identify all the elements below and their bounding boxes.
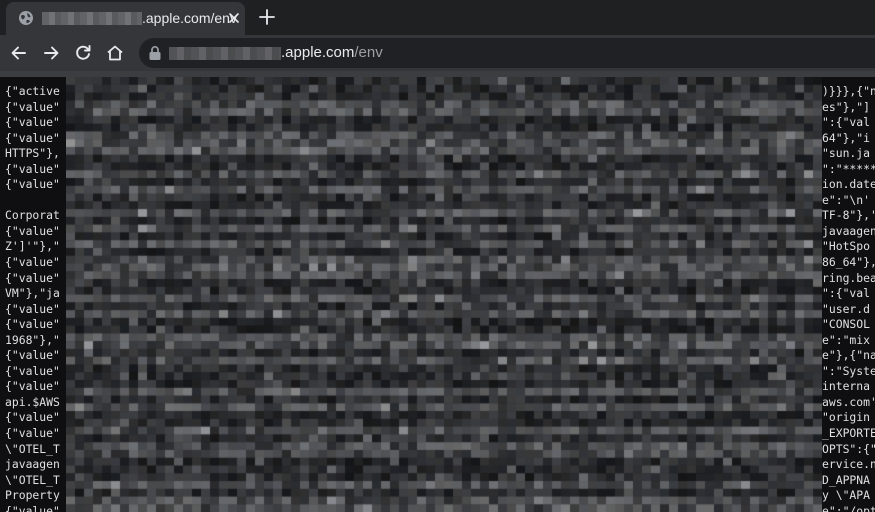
json-line: ":{"val (822, 115, 871, 130)
json-line: _EXPORTE (822, 426, 875, 441)
json-line: \"OTEL_T (5, 472, 60, 487)
home-icon[interactable] (105, 43, 125, 63)
pixelated-redaction (66, 77, 822, 512)
json-line: "CONSOL (822, 317, 871, 332)
json-line: {"value" (5, 99, 60, 114)
close-icon[interactable] (226, 10, 242, 26)
json-line: )}}},{"n (822, 84, 875, 98)
page-content: {"active {"value" {"value" {"value" HTTPS"},… (0, 77, 875, 512)
json-line: TF-8"},' (822, 208, 875, 223)
arrow-left-icon[interactable] (9, 43, 29, 63)
json-line: e":"mix (822, 332, 871, 347)
redacted-host (169, 47, 281, 60)
json-line: ring.bea (822, 270, 875, 285)
json-line: ":{"val (822, 286, 871, 301)
json-line: \"OTEL_T (5, 441, 60, 456)
tab-title: .apple.com/env (142, 10, 237, 26)
json-line: HTTPS"}, (5, 146, 60, 161)
json-line: "user.d (822, 301, 871, 316)
json-line: OPTS":{" (822, 441, 875, 456)
json-line: {"value" (5, 130, 60, 145)
json-text-left: {"active {"value" {"value" {"value" HTTPS"},… (5, 84, 60, 512)
json-line: {"value" (5, 348, 60, 363)
json-line: "HotSpo (822, 239, 871, 254)
reload-icon[interactable] (73, 43, 93, 63)
json-line: e"},{"nam (822, 348, 875, 363)
json-line: {"value" (5, 363, 60, 378)
json-line: es"},"] (822, 99, 871, 114)
browser-tab[interactable]: .apple.com/env (6, 2, 245, 35)
json-line: e":"\n' (822, 192, 871, 207)
json-line: {"value" (5, 301, 60, 316)
json-text-right: )}}},{"n es"},"] ":{"val 64"},"i "sun.ja ":"*… (822, 84, 875, 512)
json-line: {"value" (5, 503, 60, 512)
json-line: ":"***** (822, 161, 875, 176)
json-line: Property (5, 488, 60, 503)
browser-toolbar: .apple.com/env (0, 35, 875, 71)
json-line: 86_64"}, (822, 255, 875, 270)
json-line: ":"Syste (822, 363, 875, 378)
json-line: e":"/opt/ (822, 503, 875, 512)
json-line: javaagent (822, 223, 875, 238)
tab-strip: .apple.com/env (0, 0, 875, 35)
url-path: /env (354, 44, 383, 61)
json-line: {"value" (5, 223, 60, 238)
json-line: {"value" (5, 270, 60, 285)
json-line: {"value" (5, 410, 60, 425)
json-line: 64"},"i (822, 130, 871, 145)
json-line: y \"APA (822, 488, 871, 503)
json-line: D_APPNA (822, 472, 871, 487)
json-line: {"value" (5, 426, 60, 441)
json-line: ervice.n (822, 457, 875, 472)
json-line: {"active (5, 84, 60, 98)
json-line: VM"},"ja (5, 286, 60, 301)
json-line: {"value" (5, 379, 60, 394)
json-line: api.$AWS (5, 394, 60, 409)
json-line: ion.date (822, 177, 875, 192)
arrow-right-icon[interactable] (41, 43, 61, 63)
url-text: .apple.com/env (281, 44, 383, 61)
json-line: {"value" (5, 255, 60, 270)
json-line: Corporat (5, 208, 60, 223)
globe-icon (19, 11, 33, 25)
json-line: javaagen (5, 457, 60, 472)
json-line: {"value" (5, 161, 60, 176)
redacted-tab-title (42, 12, 142, 25)
json-line: Z']'"}," (5, 239, 60, 254)
plus-icon[interactable] (258, 8, 276, 26)
lock-icon[interactable] (148, 45, 162, 61)
json-line (5, 193, 60, 209)
json-line: aws.com' (822, 394, 875, 409)
address-bar[interactable]: .apple.com/env (139, 38, 875, 68)
json-line: {"value" (5, 317, 60, 332)
json-line: interna (822, 379, 871, 394)
json-line: 1968"}," (5, 332, 60, 347)
json-line: "sun.ja (822, 146, 871, 161)
json-line: "origin (822, 410, 871, 425)
url-host: .apple.com (281, 44, 355, 61)
json-line: {"value" (5, 115, 60, 130)
json-line: {"value" (5, 177, 60, 192)
